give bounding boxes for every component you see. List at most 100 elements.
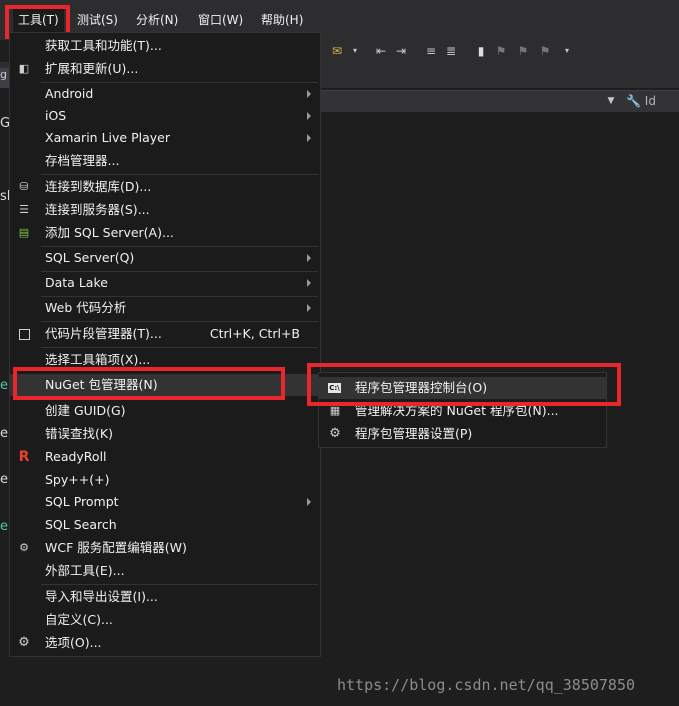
menu-separator <box>41 321 318 322</box>
editor-fragment: e <box>0 378 8 393</box>
menu-item-data-lake[interactable]: Data Lake <box>10 272 320 294</box>
menu-item-spy[interactable]: Spy++(+) <box>10 469 320 491</box>
console-icon: C:\ <box>328 383 341 393</box>
menu-item-label: 外部工具(E)... <box>45 563 125 578</box>
submenu-item-label: 程序包管理器设置(P) <box>355 426 473 441</box>
menu-item-label: Android <box>45 86 94 101</box>
menu-item-sql-server[interactable]: SQL Server(Q) <box>10 247 320 269</box>
menu-item-options[interactable]: ⚙ 选项(O)... <box>10 632 320 654</box>
editor-fragment: G <box>0 116 9 131</box>
menu-item-get-tools[interactable]: 获取工具和功能(T)... <box>10 35 320 57</box>
menu-separator <box>41 174 318 175</box>
menu-item-android[interactable]: Android <box>10 83 320 105</box>
add-server-icon: ▤ <box>18 226 30 239</box>
menu-item-customize[interactable]: 自定义(C)... <box>10 609 320 631</box>
menu-item-connect-server[interactable]: ☰ 连接到服务器(S)... <box>10 199 320 221</box>
menu-item-label: 扩展和更新(U)... <box>45 61 139 76</box>
tools-menu: 获取工具和功能(T)... ◧ 扩展和更新(U)... Android iOS … <box>9 32 321 657</box>
menu-item-label: 创建 GUID(G) <box>45 403 126 418</box>
server-connect-icon: ☰ <box>19 203 29 216</box>
menu-item-label: SQL Server(Q) <box>45 250 135 265</box>
indent-icon[interactable]: ⇤ <box>374 44 388 58</box>
comment-icon[interactable]: ≡ <box>424 44 438 58</box>
menu-item-nuget-package-manager[interactable]: NuGet 包管理器(N) <box>10 374 320 396</box>
menu-item-label: WCF 服务配置编辑器(W) <box>45 540 187 555</box>
menu-item-label: ReadyRoll <box>45 449 107 464</box>
menu-item-label: 连接到服务器(S)... <box>45 202 150 217</box>
extensions-icon: ◧ <box>18 62 30 75</box>
prev-bookmark-icon[interactable]: ⚑ <box>494 44 508 58</box>
uncomment-icon[interactable]: ≣ <box>444 44 458 58</box>
submenu-arrow-icon <box>307 112 311 120</box>
chevron-down-icon[interactable]: ▼ <box>604 94 618 108</box>
menu-item-web-code-analysis[interactable]: Web 代码分析 <box>10 297 320 319</box>
menu-item-choose-toolbox-items[interactable]: 选择工具箱项(X)... <box>10 349 320 371</box>
menu-item-add-sql-server[interactable]: ▤ 添加 SQL Server(A)... <box>10 222 320 244</box>
submenu-item-label: 程序包管理器控制台(O) <box>355 380 488 395</box>
menu-analyze[interactable]: 分析(N) <box>131 8 183 32</box>
wrench-icon: 🔧 <box>626 94 641 108</box>
menu-item-import-export-settings[interactable]: 导入和导出设置(I)... <box>10 586 320 608</box>
menu-item-sql-search[interactable]: SQL Search <box>10 514 320 536</box>
checkbox-icon <box>19 329 30 340</box>
submenu-arrow-icon <box>307 134 311 142</box>
submenu-arrow-icon <box>307 498 311 506</box>
menu-separator <box>41 584 318 585</box>
menu-item-label: Spy++(+) <box>45 472 110 487</box>
menu-item-label: 选项(O)... <box>45 635 102 650</box>
menu-item-extensions[interactable]: ◧ 扩展和更新(U)... <box>10 58 320 80</box>
menu-item-label: Xamarin Live Player <box>45 130 170 145</box>
bookmark-icon[interactable]: ▮ <box>474 44 488 58</box>
menu-item-label: SQL Prompt <box>45 494 119 509</box>
member-dropdown[interactable]: 🔧 Id <box>622 91 679 111</box>
menu-help[interactable]: 帮助(H) <box>256 8 308 32</box>
submenu-item-manage-nuget-packages[interactable]: ▦ 管理解决方案的 NuGet 程序包(N)... <box>319 400 606 422</box>
member-label: Id <box>644 94 656 108</box>
next-bookmark-icon[interactable]: ⚑ <box>516 44 530 58</box>
toolbar: ✉ ▾ ⇤ ⇥ ≡ ≣ ▮ ⚑ ⚑ ⚑ ▾ <box>320 40 679 62</box>
submenu-item-label: 管理解决方案的 NuGet 程序包(N)... <box>355 403 559 418</box>
package-icon: ▦ <box>329 404 341 417</box>
editor-fragment: e <box>0 426 8 441</box>
menu-item-label: 错误查找(K) <box>45 426 113 441</box>
menu-item-create-guid[interactable]: 创建 GUID(G) <box>10 400 320 422</box>
find-icon[interactable]: ✉ <box>330 44 344 58</box>
menu-item-label: 存档管理器... <box>45 153 120 168</box>
nuget-submenu: C:\ 程序包管理器控制台(O) ▦ 管理解决方案的 NuGet 程序包(N).… <box>318 372 607 448</box>
menu-item-connect-database[interactable]: ⛁ 连接到数据库(D)... <box>10 176 320 198</box>
dropdown-icon[interactable]: ▾ <box>348 44 362 58</box>
submenu-item-package-manager-settings[interactable]: ⚙ 程序包管理器设置(P) <box>319 423 606 445</box>
menu-tools[interactable]: 工具(T) <box>13 8 64 32</box>
submenu-item-package-manager-console[interactable]: C:\ 程序包管理器控制台(O) <box>319 377 606 399</box>
menu-item-wcf-config-editor[interactable]: ⚙ WCF 服务配置编辑器(W) <box>10 537 320 559</box>
menu-item-shortcut: Ctrl+K, Ctrl+B <box>209 326 300 341</box>
submenu-arrow-icon <box>307 279 311 287</box>
database-connect-icon: ⛁ <box>19 180 29 193</box>
menu-item-code-snippets-manager[interactable]: 代码片段管理器(T)... Ctrl+K, Ctrl+B <box>10 323 320 345</box>
editor-fragment: e <box>0 519 8 534</box>
clear-bookmark-icon[interactable]: ⚑ <box>538 44 552 58</box>
menu-item-ios[interactable]: iOS <box>10 105 320 127</box>
document-tab[interactable]: g <box>0 68 9 88</box>
menu-item-sql-prompt[interactable]: SQL Prompt <box>10 491 320 513</box>
tab-fragment: g <box>0 68 7 81</box>
toolbar-overflow-icon[interactable]: ▾ <box>560 44 574 58</box>
menu-item-xamarin-live-player[interactable]: Xamarin Live Player <box>10 127 320 149</box>
menu-item-label: SQL Search <box>45 517 117 532</box>
submenu-arrow-icon <box>307 304 311 312</box>
menu-item-archive-manager[interactable]: 存档管理器... <box>10 150 320 172</box>
editor-fragment: e <box>0 472 8 487</box>
menu-item-label: 连接到数据库(D)... <box>45 179 152 194</box>
menu-item-label: 导入和导出设置(I)... <box>45 589 158 604</box>
menu-item-readyroll[interactable]: R ReadyRoll <box>10 446 320 468</box>
menu-item-external-tools[interactable]: 外部工具(E)... <box>10 560 320 582</box>
menu-window[interactable]: 窗口(W) <box>193 8 248 32</box>
menu-separator <box>41 347 318 348</box>
submenu-arrow-icon <box>307 254 311 262</box>
outdent-icon[interactable]: ⇥ <box>394 44 408 58</box>
menu-item-error-lookup[interactable]: 错误查找(K) <box>10 423 320 445</box>
menu-test[interactable]: 测试(S) <box>72 8 123 32</box>
menu-item-label: Web 代码分析 <box>45 300 127 315</box>
gear-icon: ⚙ <box>329 426 341 441</box>
readyroll-icon: R <box>18 449 30 465</box>
